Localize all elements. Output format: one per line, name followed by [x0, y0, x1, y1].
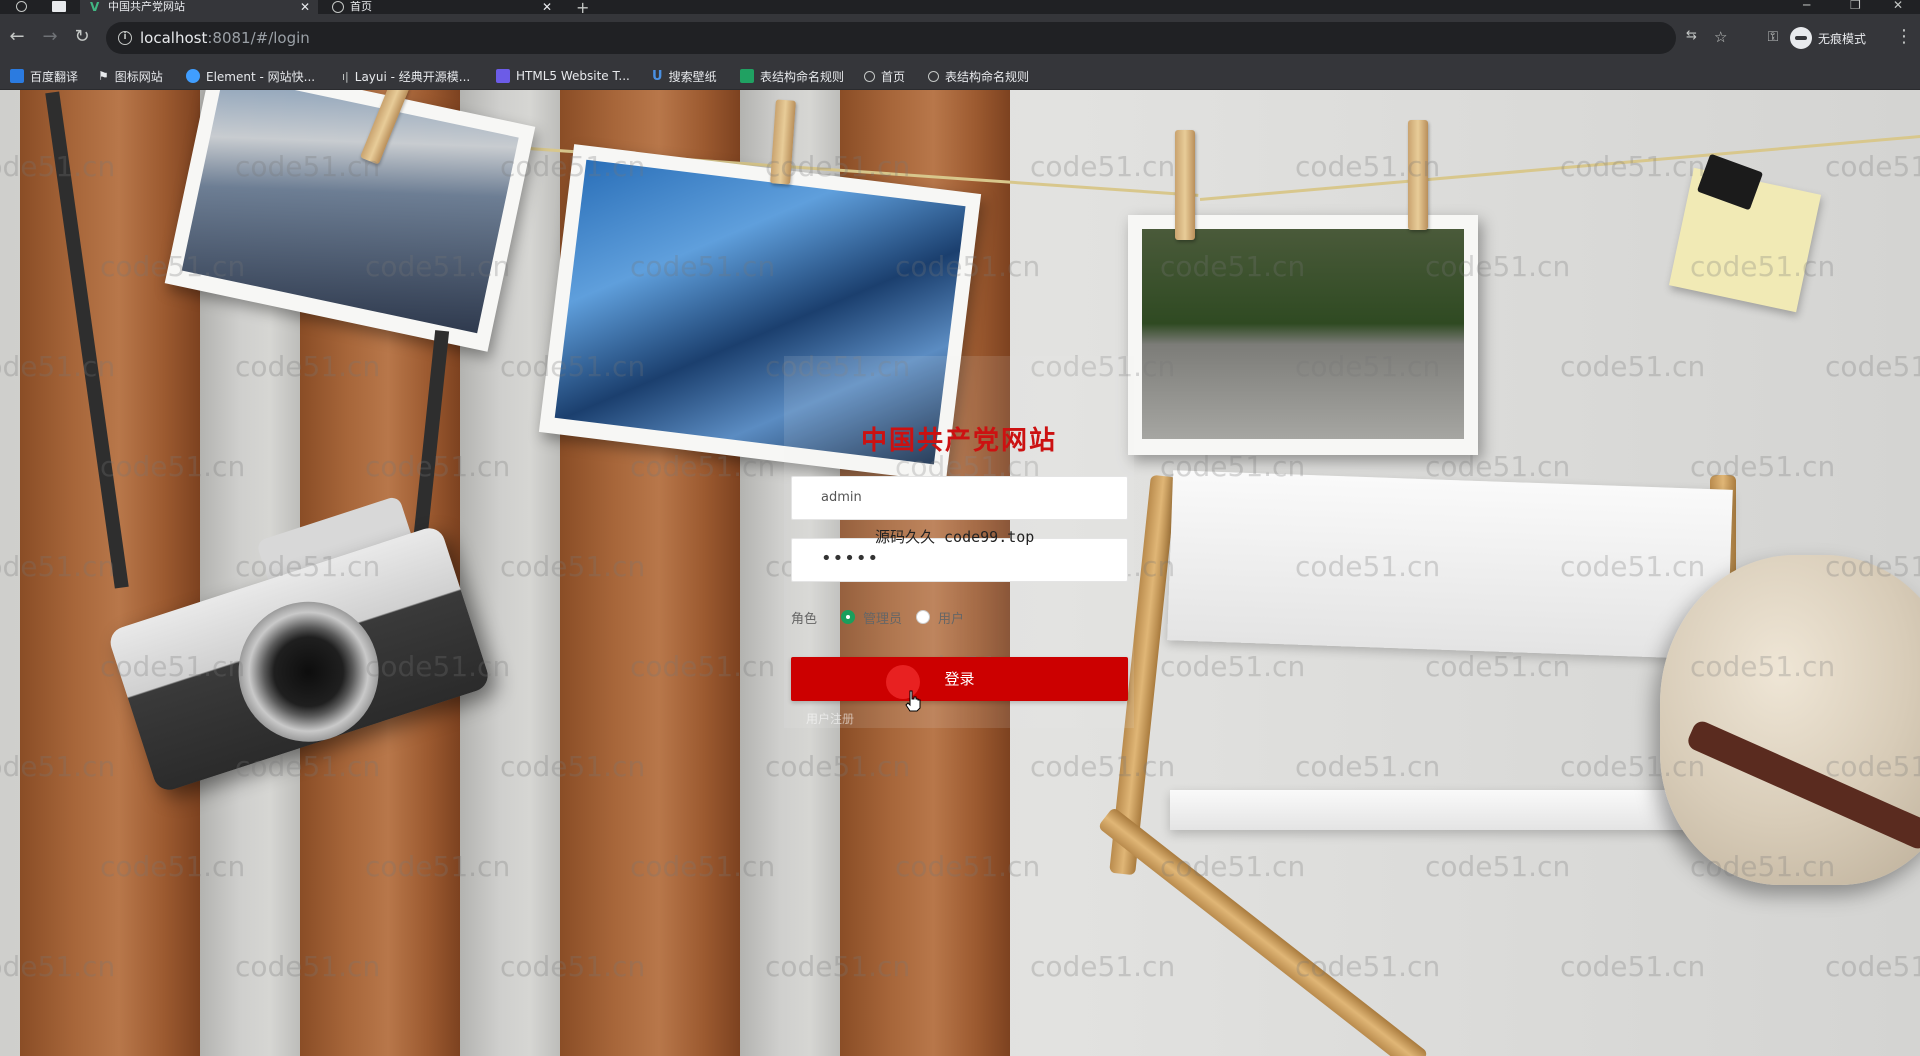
overlay-watermark-text: 源码久久 code99.top — [875, 528, 1035, 546]
chair-backrest — [1167, 470, 1733, 660]
hand-cursor-icon — [905, 690, 921, 712]
globe-icon — [332, 1, 344, 13]
key-icon[interactable]: ⚿ — [1762, 26, 1784, 48]
bookmark-star-icon[interactable]: ☆ — [1714, 28, 1727, 46]
bookmark-item[interactable]: HTML5 Website T... — [496, 67, 630, 85]
bookmark-item[interactable]: U 搜索壁纸 — [652, 67, 717, 85]
register-link[interactable]: 用户注册 — [806, 710, 854, 727]
login-page: code51.cncode51.cncode51.cncode51.cncode… — [0, 90, 1920, 1056]
clothespin — [1408, 120, 1428, 230]
clothespin — [1175, 130, 1195, 240]
translate-icon[interactable]: ⇆ — [1686, 28, 1697, 43]
bookmark-label: HTML5 Website T... — [516, 69, 630, 83]
table-icon — [740, 69, 754, 83]
tab-title: 中国共产党网站 — [108, 1, 185, 13]
back-icon[interactable]: ← — [6, 26, 28, 48]
incognito-label: 无痕模式 — [1818, 31, 1867, 46]
bookmark-item[interactable]: 首页 — [864, 67, 905, 85]
browser-window: V 中国共产党网站 ✕ 首页 ✕ + ─ ❐ ✕ ← → ↻ i localho… — [0, 0, 1920, 1056]
role-admin-radio[interactable] — [841, 610, 856, 624]
site-info-icon[interactable]: i — [118, 31, 132, 45]
element-icon — [186, 69, 200, 83]
username-input[interactable]: admin — [791, 476, 1128, 520]
tab-main[interactable]: V 中国共产党网站 ✕ — [80, 0, 318, 14]
role-label: 角色 — [791, 611, 818, 627]
tab-home[interactable]: 首页 ✕ — [322, 0, 560, 14]
flag-icon: ⚑ — [98, 69, 109, 83]
bookmark-label: Layui - 经典开源模... — [354, 69, 471, 84]
bookmark-item[interactable]: 表结构命名规则 — [740, 67, 844, 85]
globe-icon — [864, 70, 875, 82]
hat-image — [1660, 555, 1920, 885]
forward-icon[interactable]: → — [39, 26, 61, 48]
tab-search-icon[interactable] — [52, 1, 66, 12]
role-user-radio[interactable] — [916, 610, 931, 624]
baidu-translate-icon — [10, 69, 24, 83]
incognito-profile[interactable]: 无痕模式 — [1790, 24, 1866, 52]
window-close-icon[interactable]: ✕ — [1893, 0, 1903, 11]
tab-strip: V 中国共产党网站 ✕ 首页 ✕ + ─ ❐ ✕ — [0, 0, 1920, 17]
address-bar[interactable]: i localhost:8081/#/login ⇆ ☆ — [106, 22, 1727, 54]
bookmark-item[interactable]: ı| Layui - 经典开源模... — [342, 67, 470, 85]
url-text[interactable]: localhost:8081/#/login — [140, 29, 310, 47]
incognito-icon — [1790, 27, 1812, 49]
more-menu-icon[interactable]: ⋮ — [1893, 26, 1915, 48]
vue-logo-icon: V — [90, 0, 100, 14]
tab-title: 首页 — [350, 1, 372, 13]
role-admin-label[interactable]: 管理员 — [863, 608, 902, 627]
role-user-label[interactable]: 用户 — [938, 608, 964, 627]
bookmark-label: 搜索壁纸 — [668, 69, 717, 84]
bookmark-label: 表结构命名规则 — [760, 69, 845, 84]
bookmarks-bar: 百度翻译 ⚑ 图标网站 Element - 网站快... ı| Layui - … — [0, 62, 1920, 90]
restore-icon[interactable]: ❐ — [1850, 0, 1861, 11]
browser-toolbar: ← → ↻ i localhost:8081/#/login ⇆ ☆ ⚿ 无痕模… — [0, 14, 1920, 62]
chair-seat — [1170, 790, 1710, 830]
close-tab-icon[interactable]: ✕ — [298, 1, 312, 13]
bookmark-label: 图标网站 — [114, 69, 163, 84]
reload-icon[interactable]: ↻ — [71, 26, 93, 48]
layui-icon: ı| — [342, 69, 349, 83]
browser-menu-icon[interactable] — [16, 1, 27, 12]
bookmark-item[interactable]: 表结构命名规则 — [928, 67, 1029, 85]
site-title: 中国共产党网站 — [860, 426, 1057, 456]
globe-icon — [928, 70, 939, 82]
photo-road — [1128, 215, 1478, 455]
close-tab-icon[interactable]: ✕ — [540, 1, 554, 13]
bookmark-item[interactable]: ⚑ 图标网站 — [98, 67, 163, 85]
bookmark-label: 首页 — [881, 69, 906, 84]
bookmark-label: 百度翻译 — [30, 69, 79, 84]
html5-icon — [496, 69, 510, 83]
wallpaper-icon: U — [652, 68, 663, 84]
bookmark-label: Element - 网站快... — [206, 69, 316, 84]
bookmark-label: 表结构命名规则 — [945, 69, 1030, 84]
role-selector: 角色 管理员 用户 — [791, 607, 964, 627]
minimize-icon[interactable]: ─ — [1803, 0, 1810, 11]
login-button[interactable]: 登录 — [791, 657, 1128, 701]
bookmark-item[interactable]: Element - 网站快... — [186, 67, 315, 85]
bookmark-item[interactable]: 百度翻译 — [10, 67, 78, 85]
